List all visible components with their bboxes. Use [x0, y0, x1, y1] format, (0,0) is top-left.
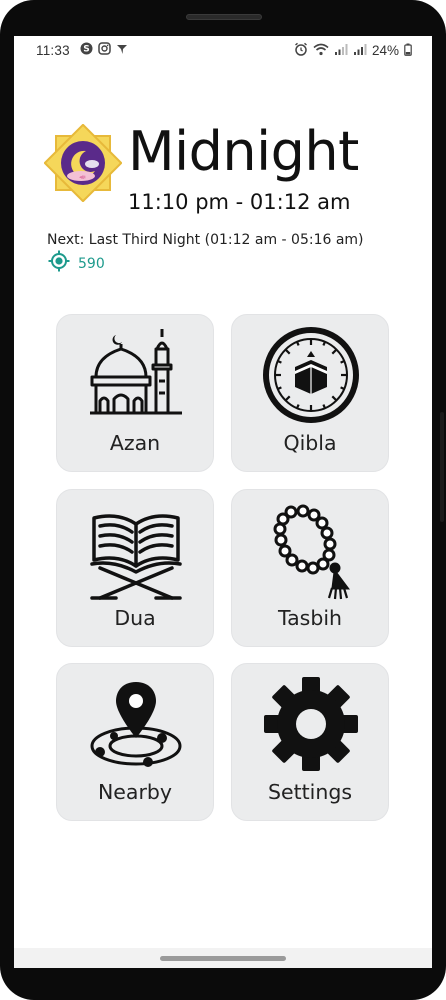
qibla-tile[interactable]: Qibla — [231, 314, 389, 472]
dua-label: Dua — [114, 606, 156, 630]
battery-icon — [404, 43, 412, 59]
dua-tile[interactable]: Dua — [56, 489, 214, 647]
status-bar: 11:33 S 24% — [14, 36, 432, 66]
status-notification-icons: S — [80, 42, 128, 58]
status-time: 11:33 — [36, 43, 70, 58]
speaker-grille — [186, 14, 262, 20]
phone-frame: 11:33 S 24% ﷲ Midnight 11:10 pm - 01:12 … — [0, 0, 446, 1000]
next-prayer-info: Next: Last Third Night (01:12 am - 05:16… — [47, 232, 364, 248]
navigation-bar — [14, 948, 432, 968]
screen: 11:33 S 24% ﷲ Midnight 11:10 pm - 01:12 … — [14, 36, 432, 968]
location-pin-icon — [86, 676, 186, 776]
nearby-label: Nearby — [97, 780, 173, 804]
instagram-icon — [98, 42, 111, 58]
signal-icon — [353, 43, 367, 59]
signal-icon — [334, 43, 348, 59]
mosque-icon — [86, 327, 186, 427]
home-gesture-handle[interactable] — [160, 956, 286, 961]
tasbih-label: Tasbih — [277, 606, 343, 630]
kaaba-compass-icon — [261, 327, 361, 427]
wifi-icon — [313, 43, 329, 59]
side-button — [440, 412, 444, 522]
azan-label: Azan — [109, 431, 161, 455]
nearby-tile[interactable]: Nearby — [56, 663, 214, 821]
page-title: Midnight — [128, 120, 359, 183]
location-value: 590 — [78, 255, 105, 272]
svg-text:S: S — [83, 45, 89, 55]
tasbih-tile[interactable]: Tasbih — [231, 489, 389, 647]
azan-tile[interactable]: Azan — [56, 314, 214, 472]
alarm-icon — [294, 42, 308, 59]
prayer-time-range: 11:10 pm - 01:12 am — [128, 190, 351, 214]
gear-icon — [261, 676, 361, 776]
quran-icon — [86, 502, 186, 602]
skype-icon: S — [80, 42, 93, 58]
location-target-icon[interactable] — [48, 250, 70, 277]
telegram-icon — [116, 43, 128, 58]
settings-label: Settings — [267, 780, 353, 804]
qibla-label: Qibla — [283, 431, 337, 455]
status-system-icons: 24% — [294, 42, 412, 59]
prayer-beads-icon — [261, 502, 361, 602]
moon-star-icon: ﷲ — [43, 123, 123, 203]
battery-percent: 24% — [371, 43, 399, 58]
settings-tile[interactable]: Settings — [231, 663, 389, 821]
location-row[interactable]: 590 — [48, 250, 105, 277]
